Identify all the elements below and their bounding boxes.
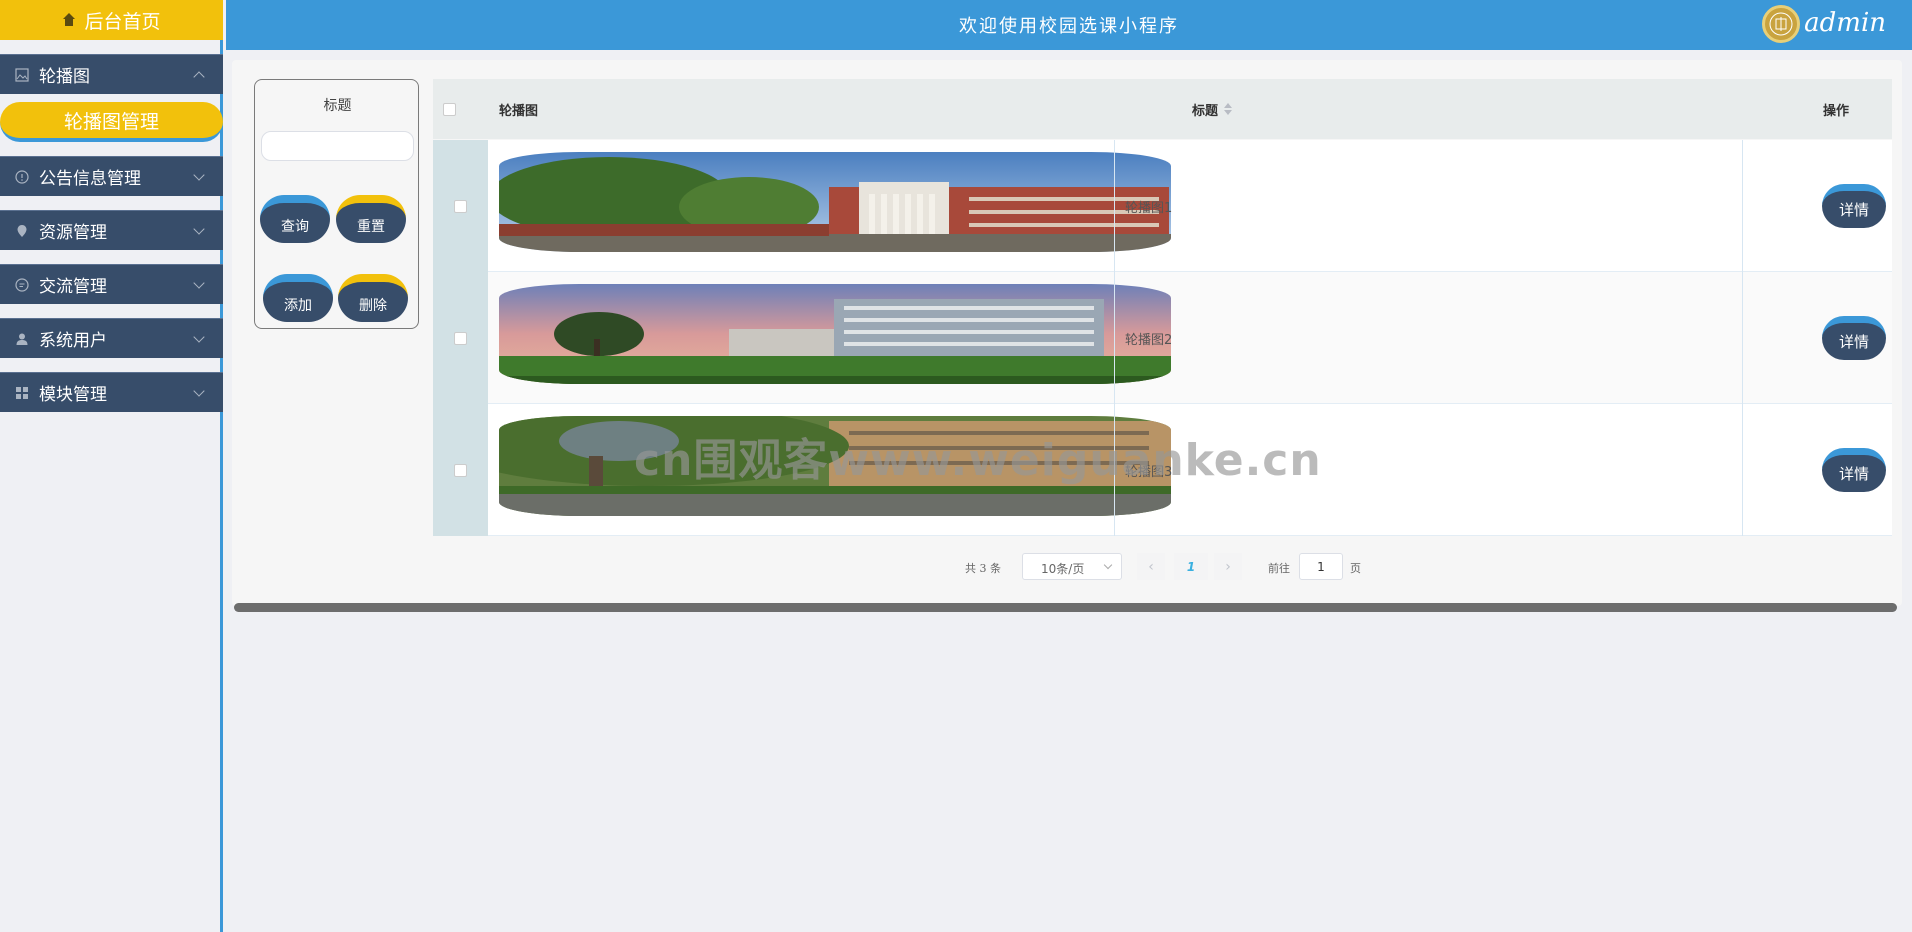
page-size-value: 10条/页 (1041, 562, 1085, 576)
chevron-down-icon (193, 169, 205, 181)
chevron-down-icon (193, 385, 205, 397)
chevron-down-icon (193, 223, 205, 235)
select-all-cell (443, 79, 456, 139)
page-suffix: 页 (1350, 562, 1361, 575)
menu-system-users[interactable]: 系统用户 (0, 318, 223, 358)
home-label: 后台首页 (84, 10, 161, 33)
page-number-current[interactable]: 1 (1174, 553, 1208, 580)
menu-label: 模块管理 (39, 385, 107, 405)
search-panel: 标题 查询 重置 添加 删除 (254, 79, 419, 329)
title-cell: 轮播图1 (1115, 140, 1743, 272)
reset-button[interactable]: 重置 (336, 195, 406, 243)
query-button[interactable]: 查询 (260, 195, 330, 243)
menu-notice[interactable]: 公告信息管理 (0, 156, 223, 196)
row-checkbox[interactable] (454, 331, 467, 345)
detail-button-label: 详情 (1838, 333, 1869, 351)
row-checkbox[interactable] (454, 199, 467, 213)
row-select-cell (433, 140, 488, 272)
delete-button-label: 删除 (359, 298, 387, 314)
detail-button[interactable]: 详情 (1822, 184, 1886, 228)
school-logo (1762, 5, 1800, 43)
location-icon (14, 223, 30, 239)
detail-button-label: 详情 (1838, 465, 1869, 483)
add-button[interactable]: 添加 (263, 274, 333, 322)
table-row: 轮播图1 详情 (433, 140, 1892, 272)
detail-button[interactable]: 详情 (1822, 448, 1886, 492)
title-filter-label: 标题 (323, 98, 352, 114)
chevron-down-icon (193, 331, 205, 343)
chevron-right-icon: › (1225, 558, 1231, 575)
info-icon (14, 169, 30, 185)
add-button-label: 添加 (284, 298, 312, 314)
next-page-button[interactable]: › (1214, 553, 1242, 580)
submenu-carousel-management[interactable]: 轮播图管理 (0, 102, 223, 142)
user-name[interactable]: admin (1804, 8, 1886, 38)
column-header-title-label: 标题 (1192, 103, 1219, 119)
image-cell (488, 272, 1115, 404)
top-header: 欢迎使用校园选课小程序 admin (226, 0, 1912, 50)
menu-label: 轮播图 (39, 67, 90, 87)
chevron-down-icon (193, 277, 205, 289)
menu-modules[interactable]: 模块管理 (0, 372, 223, 412)
menu-label: 资源管理 (39, 223, 107, 243)
goto-page-input[interactable]: 1 (1299, 553, 1343, 580)
title-search-input[interactable] (261, 131, 414, 161)
user-icon (14, 331, 30, 347)
delete-button[interactable]: 删除 (338, 274, 408, 322)
menu-label: 系统用户 (39, 331, 107, 351)
title-cell: 轮播图2 (1115, 272, 1743, 404)
detail-button[interactable]: 详情 (1822, 316, 1886, 360)
page-size-select[interactable]: 10条/页 (1022, 553, 1122, 580)
image-cell (488, 140, 1115, 272)
table-row: 轮播图2 详情 (433, 272, 1892, 404)
prev-page-button[interactable]: ‹ (1137, 553, 1165, 580)
page-title: 欢迎使用校园选课小程序 (959, 16, 1179, 37)
select-all-checkbox[interactable] (443, 102, 456, 116)
menu-label: 交流管理 (39, 277, 107, 297)
menu-label: 公告信息管理 (39, 169, 141, 189)
menu-communication[interactable]: 交流管理 (0, 264, 223, 304)
chevron-left-icon: ‹ (1148, 558, 1154, 575)
table-header: 轮播图 标题 操作 (433, 79, 1892, 139)
watermark: cn围观客www.weiguanke.cn (634, 435, 1322, 486)
query-button-label: 查询 (281, 219, 309, 235)
chevron-up-icon (193, 71, 205, 83)
detail-button-label: 详情 (1838, 201, 1869, 219)
sidebar: 后台首页 轮播图 轮播图管理 公告信息管理 资源管理 交流管理 系统用户 模块管… (0, 0, 223, 932)
image-icon (14, 67, 30, 83)
chat-icon (14, 277, 30, 293)
column-header-image: 轮播图 (499, 103, 539, 119)
menu-resource[interactable]: 资源管理 (0, 210, 223, 250)
grid-icon (14, 385, 30, 401)
home-button[interactable]: 后台首页 (0, 0, 223, 40)
column-header-action: 操作 (1823, 103, 1850, 119)
row-select-cell (433, 404, 488, 536)
goto-label: 前往 (1268, 562, 1290, 575)
column-header-title[interactable]: 标题 (1192, 79, 1233, 139)
submenu-label: 轮播图管理 (63, 110, 159, 133)
menu-carousel[interactable]: 轮播图 (0, 54, 223, 94)
row-select-cell (433, 272, 488, 404)
home-icon (62, 13, 76, 27)
pagination-total: 共 3 条 (965, 562, 1001, 575)
row-checkbox[interactable] (454, 463, 467, 477)
sort-icon[interactable] (1224, 103, 1233, 115)
pagination: 共 3 条 10条/页 ‹ 1 › 前往 1 页 (0, 553, 1912, 581)
horizontal-scrollbar[interactable] (234, 603, 1897, 612)
reset-button-label: 重置 (357, 219, 385, 235)
